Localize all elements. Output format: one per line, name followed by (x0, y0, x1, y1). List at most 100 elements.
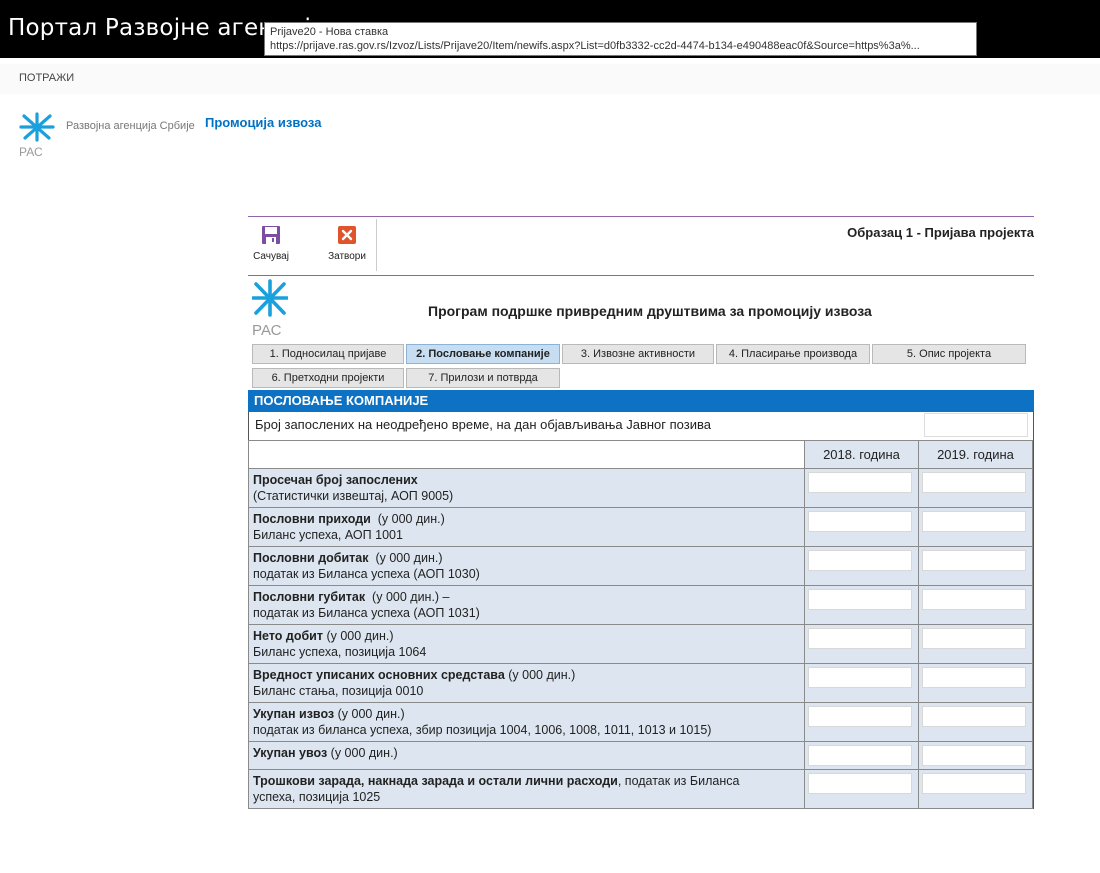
tab-business-operations[interactable]: 2. Пословање компаније (406, 344, 560, 364)
form-logo-text: РАС (252, 322, 282, 337)
nav-link-export-promotion[interactable]: Промоција извоза (205, 115, 321, 130)
close-button[interactable]: Затвори (324, 223, 370, 262)
cell-2019 (917, 741, 1034, 770)
input-2019[interactable] (921, 745, 1026, 766)
cell-2019 (917, 769, 1034, 809)
row-label: Пословни приходи (у 000 дин.) Биланс успе… (248, 507, 805, 547)
cell-2019 (917, 468, 1034, 508)
form-header: РАС Програм подршке привредним друштвима… (248, 276, 1034, 342)
form-ribbon: Сачувај Затвори Образац 1 - Пријава прој… (248, 217, 1034, 275)
cell-2018 (804, 585, 919, 625)
input-2019[interactable] (921, 667, 1026, 688)
row-unit: (у 000 дин.) (334, 707, 405, 721)
input-2018[interactable] (808, 472, 912, 493)
cell-2019 (917, 624, 1034, 664)
table-row: Нето добит (у 000 дин.) Биланс успеха, по… (248, 624, 1034, 664)
ribbon-separator (376, 219, 377, 271)
tab-project-description[interactable]: 5. Опис пројекта (872, 344, 1026, 364)
table-row: Вредност уписаних основних средстава (у … (248, 663, 1034, 703)
row-label: Просечан број запослених (Статистички изв… (248, 468, 805, 508)
input-2018[interactable] (808, 589, 912, 610)
row-source: Биланс успеха, АОП 1001 (253, 528, 403, 542)
cell-2018 (804, 702, 919, 742)
input-2019[interactable] (921, 550, 1026, 571)
search-link[interactable]: ПОТРАЖИ (19, 72, 74, 84)
table-row: Пословни губитак (у 000 дин.) – податак и… (248, 585, 1034, 625)
row-label: Трошкови зарада, накнада зарада и остали… (248, 769, 805, 809)
site-logo-text: РАС (19, 145, 43, 158)
input-2018[interactable] (808, 628, 912, 649)
column-header-2018: 2018. година (804, 440, 919, 469)
tooltip-title: Prijave20 - Нова ставка (270, 26, 389, 38)
ras-logo-icon[interactable]: РАС (19, 112, 55, 158)
table-row: Трошкови зарада, накнада зарада и остали… (248, 769, 1034, 809)
row-source: податак из Биланса успеха (АОП 1031) (253, 606, 480, 620)
row-source: успеха, позиција 1025 (253, 790, 381, 804)
input-2019[interactable] (921, 706, 1026, 727)
table-header-row: 2018. година 2019. година (248, 440, 1034, 469)
save-button[interactable]: Сачувај (248, 223, 294, 262)
cell-2018 (804, 468, 919, 508)
input-2019[interactable] (921, 472, 1026, 493)
row-title: Укупан увоз (253, 746, 328, 760)
input-2018[interactable] (808, 667, 912, 688)
column-header-2019: 2019. година (917, 440, 1034, 469)
row-unit: (у 000 дин.) (368, 551, 443, 565)
save-icon (262, 226, 280, 244)
ras-form-logo-icon: РАС (252, 279, 288, 337)
table-row: Пословни приходи (у 000 дин.) Биланс успе… (248, 507, 1034, 547)
cell-2018 (804, 546, 919, 586)
row-unit: , податак из Биланса (617, 774, 740, 788)
cell-2019 (917, 546, 1034, 586)
employees-input[interactable] (924, 413, 1028, 437)
cell-2019 (917, 585, 1034, 625)
input-2018[interactable] (808, 745, 912, 766)
search-strip (0, 64, 1100, 94)
suite-bar: Портал Развојне агенције Prijave20 - Нов… (0, 0, 1100, 58)
table-row: Пословни добитак (у 000 дин.) податак из … (248, 546, 1034, 586)
cell-2018 (804, 741, 919, 770)
section-header: ПОСЛОВАЊЕ КОМПАНИЈЕ (248, 390, 1034, 412)
form-title: Образац 1 - Пријава пројекта (847, 225, 1034, 240)
cell-2019 (917, 663, 1034, 703)
employees-row: Број запослених на неодређено време, на … (249, 412, 1033, 440)
row-title: Трошкови зарада, накнада зарада и остали… (253, 774, 618, 788)
cell-2018 (804, 769, 919, 809)
input-2018[interactable] (808, 773, 912, 794)
input-2019[interactable] (921, 773, 1026, 794)
tab-previous-projects[interactable]: 6. Претходни пројекти (252, 368, 404, 388)
close-label: Затвори (328, 251, 366, 262)
row-unit: (у 000 дин.) (370, 512, 445, 526)
input-2018[interactable] (808, 706, 912, 727)
table-row: Укупан извоз (у 000 дин.) податак из била… (248, 702, 1034, 742)
row-unit: (у 000 дин.) (504, 668, 576, 682)
table-header-blank (248, 440, 805, 469)
input-2019[interactable] (921, 628, 1026, 649)
input-2018[interactable] (808, 511, 912, 532)
row-label: Пословни губитак (у 000 дин.) – податак и… (248, 585, 805, 625)
tab-product-placement[interactable]: 4. Пласирање производа (716, 344, 870, 364)
site-name[interactable]: Развојна агенција Србије (66, 120, 195, 132)
row-unit: (у 000 дин.) (322, 629, 394, 643)
table-row: Укупан увоз (у 000 дин.) (248, 741, 1034, 770)
row-title: Просечан број запослених (253, 473, 418, 487)
input-2019[interactable] (921, 511, 1026, 532)
input-2018[interactable] (808, 550, 912, 571)
row-label: Нето добит (у 000 дин.) Биланс успеха, по… (248, 624, 805, 664)
row-source: (Статистички извештај, АОП 9005) (253, 489, 454, 503)
cell-2019 (917, 507, 1034, 547)
tab-applicant[interactable]: 1. Подносилац пријаве (252, 344, 404, 364)
employees-label: Број запослених на неодређено време, на … (255, 417, 711, 432)
input-2019[interactable] (921, 589, 1026, 610)
tab-export-activities[interactable]: 3. Извозне активности (562, 344, 714, 364)
url-tooltip: Prijave20 - Нова ставка https://prijave.… (264, 22, 977, 56)
row-title: Укупан извоз (253, 707, 335, 721)
tab-attachments[interactable]: 7. Прилози и потврда (406, 368, 560, 388)
row-source: податак из Биланса успеха (АОП 1030) (253, 567, 480, 581)
close-icon (338, 226, 356, 244)
row-label: Укупан извоз (у 000 дин.) податак из била… (248, 702, 805, 742)
cell-2018 (804, 507, 919, 547)
row-title: Нето добит (253, 629, 323, 643)
row-label: Укупан увоз (у 000 дин.) (248, 741, 805, 770)
row-label: Пословни добитак (у 000 дин.) податак из … (248, 546, 805, 586)
